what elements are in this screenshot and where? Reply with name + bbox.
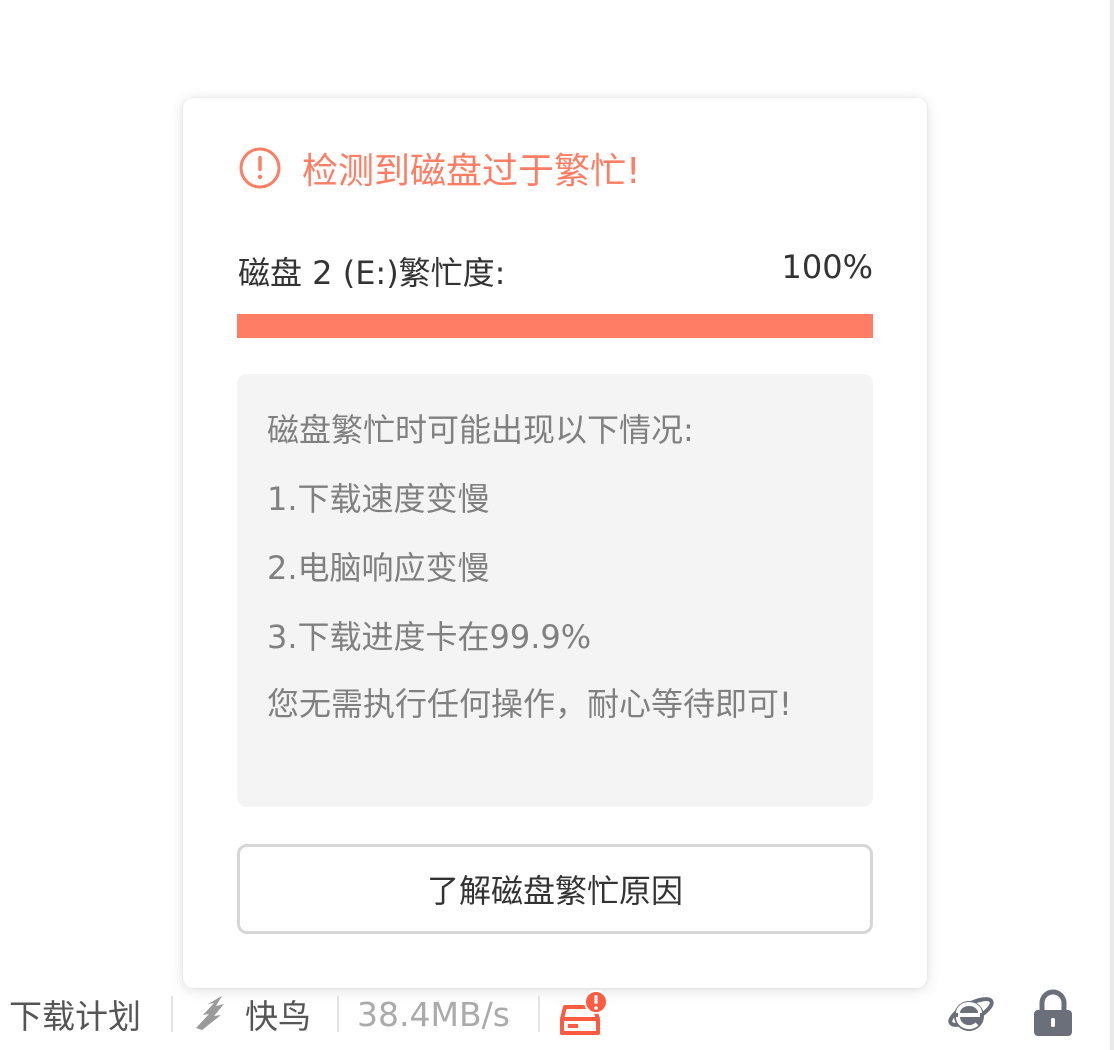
- info-item: 2.电脑响应变慢: [267, 549, 490, 587]
- popup-title-row: 检测到磁盘过于繁忙!: [238, 146, 640, 192]
- kuainiao-label: 快鸟: [245, 997, 311, 1036]
- download-plan-button[interactable]: 下载计划: [9, 986, 141, 1042]
- ie-browser-button[interactable]: [944, 986, 996, 1042]
- disk-busy-label: 磁盘 2 (E:)繁忙度:: [238, 254, 506, 292]
- statusbar-divider: [171, 996, 173, 1032]
- lock-icon: [1031, 989, 1075, 1039]
- kuainiao-bird-icon: [193, 994, 233, 1034]
- statusbar-divider: [538, 996, 540, 1032]
- info-heading: 磁盘繁忙时可能出现以下情况:: [267, 411, 694, 449]
- info-item: 3.下载进度卡在99.9%: [267, 618, 592, 656]
- info-note: 您无需执行任何操作，耐心等待即可!: [267, 685, 792, 723]
- download-speed: 38.4MB/s: [357, 986, 510, 1042]
- learn-disk-busy-reason-button[interactable]: 了解磁盘繁忙原因: [237, 844, 873, 934]
- download-speed-value: 38.4MB/s: [357, 994, 510, 1034]
- disk-busy-popup: 检测到磁盘过于繁忙! 磁盘 2 (E:)繁忙度: 100% 磁盘繁忙时可能出现以…: [183, 98, 927, 988]
- disk-busy-progress-fill: [237, 314, 873, 338]
- kuainiao-button[interactable]: 快鸟: [193, 986, 311, 1042]
- download-plan-label: 下载计划: [9, 997, 141, 1036]
- busy-info-box: 磁盘繁忙时可能出现以下情况: 1.下载速度变慢 2.电脑响应变慢 3.下载进度卡…: [237, 374, 873, 807]
- disk-busy-indicator-button[interactable]: [556, 986, 608, 1042]
- disk-busy-progress-bar: [237, 314, 873, 338]
- statusbar-divider: [337, 996, 339, 1032]
- disk-busy-icon: [556, 989, 608, 1039]
- info-item: 1.下载速度变慢: [267, 480, 490, 518]
- window-right-edge: [1110, 0, 1114, 1050]
- popup-title: 检测到磁盘过于繁忙!: [302, 151, 641, 192]
- warning-circle-icon: [238, 146, 282, 190]
- status-bar: 下载计划 快鸟 38.4MB/s: [0, 986, 1114, 1042]
- lock-button[interactable]: [1031, 986, 1075, 1042]
- disk-busy-value: 100%: [781, 248, 873, 286]
- ie-browser-icon: [944, 989, 996, 1039]
